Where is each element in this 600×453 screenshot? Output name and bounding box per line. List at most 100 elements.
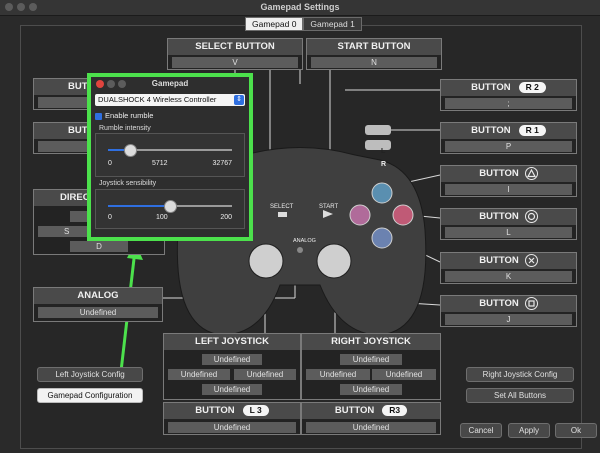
button-cross-title: BUTTON [479,255,519,266]
rumble-slider-knob[interactable] [123,144,137,157]
l3-chip: L 3 [242,404,269,416]
r3-chip: R3 [382,404,408,416]
button-circle-title: BUTTON [479,211,519,222]
select-button-panel: SELECT BUTTON V [167,38,303,70]
analog-value[interactable]: Undefined [38,307,158,318]
gamepad-configuration-button[interactable]: Gamepad Configuration [37,388,143,403]
joystick-slider[interactable] [108,200,232,213]
right-joystick-panel: RIGHT JOYSTICK Undefined Undefined Undef… [301,333,441,400]
button-r1-value[interactable]: P [445,141,572,152]
circle-icon [524,209,538,223]
rumble-slider[interactable] [108,144,232,157]
button-r1-panel: BUTTON R 1 P [440,122,577,154]
button-cross-value[interactable]: K [445,271,572,282]
button-r3-label: BUTTON R3 [302,403,440,419]
set-all-buttons-button[interactable]: Set All Buttons [466,388,574,403]
left-joystick-up[interactable]: Undefined [202,354,262,365]
cancel-button[interactable]: Cancel [460,423,502,438]
button-r3-panel: BUTTON R3 Undefined [301,402,441,435]
tab-gamepad-1[interactable]: Gamepad 1 [303,17,362,31]
right-joystick-config-button[interactable]: Right Joystick Config [466,367,574,382]
button-l3-label: BUTTON L 3 [164,403,300,419]
device-select[interactable]: DUALSHOCK 4 Wireless Controller ⇕ [95,94,245,106]
triangle-icon [524,166,538,180]
left-joystick-left[interactable]: Undefined [168,369,230,380]
button-r3-title: BUTTON [334,405,375,416]
start-button-label: START BUTTON [307,39,441,55]
chevron-updown-icon: ⇕ [234,95,244,105]
rumble-max: 32767 [212,160,232,167]
button-r2-label: BUTTON R 2 [441,80,576,96]
left-joystick-config-button[interactable]: Left Joystick Config [37,367,143,382]
popup-title: Gamepad [151,79,189,88]
right-joystick-right[interactable]: Undefined [372,369,436,380]
start-button-panel: START BUTTON N [306,38,442,70]
title-bar: Gamepad Settings [0,0,600,16]
button-square-title: BUTTON [479,298,519,309]
controller-label-r: R [381,161,387,168]
left-joystick-right[interactable]: Undefined [234,369,296,380]
button-r2-value[interactable]: ; [445,98,572,109]
window-title: Gamepad Settings [260,2,340,12]
button-r3-value[interactable]: Undefined [306,422,436,433]
ok-button[interactable]: Ok [555,423,597,438]
controller-label-l: L [381,148,386,155]
controller-label-select: SELECT [270,204,294,210]
button-r2-title: BUTTON [471,82,511,93]
button-square-panel: BUTTON J [440,295,577,327]
direction-down-value[interactable]: D [70,241,128,252]
right-joystick-label: RIGHT JOYSTICK [302,334,440,350]
gamepad-popup: Gamepad DUALSHOCK 4 Wireless Controller … [87,73,253,241]
start-button-value[interactable]: N [311,57,437,68]
joystick-value: 100 [156,214,168,221]
button-cross-label: BUTTON [441,253,576,269]
button-l3-panel: BUTTON L 3 Undefined [163,402,301,435]
button-circle-value[interactable]: L [445,227,572,238]
button-triangle-label: BUTTON [441,166,576,182]
left-joystick-label: LEFT JOYSTICK [164,334,300,350]
r2-chip: R 2 [518,81,546,93]
button-circle-label: BUTTON [441,209,576,225]
left-joystick-down[interactable]: Undefined [202,384,262,395]
joystick-group: 0 100 200 [95,189,245,229]
button-l3-title: BUTTON [195,405,235,416]
joystick-max: 200 [220,214,232,221]
rumble-value: 5712 [152,160,168,167]
button-triangle-panel: BUTTON I [440,165,577,197]
button-triangle-title: BUTTON [479,168,519,179]
r1-chip: R 1 [518,124,546,136]
gamepad-tabs: Gamepad 0 Gamepad 1 [245,17,362,31]
rumble-min: 0 [108,160,112,167]
right-joystick-up[interactable]: Undefined [340,354,402,365]
button-square-label: BUTTON [441,296,576,312]
button-square-value[interactable]: J [445,314,572,325]
device-select-value: DUALSHOCK 4 Wireless Controller [98,95,217,104]
select-button-value[interactable]: V [172,57,298,68]
enable-rumble-row[interactable]: Enable rumble [95,111,153,120]
enable-rumble-label: Enable rumble [105,111,154,120]
controller-label-analog: ANALOG [293,238,316,244]
button-r1-title: BUTTON [471,125,511,136]
analog-label: ANALOG [34,288,162,304]
rumble-group: 0 5712 32767 [95,133,245,177]
controller-label-start: START [319,204,339,210]
button-triangle-value[interactable]: I [445,184,572,195]
button-l3-value[interactable]: Undefined [168,422,296,433]
button-cross-panel: BUTTON K [440,252,577,284]
direction-left-value[interactable]: S [38,226,94,237]
rumble-intensity-label: Rumble intensity [99,125,151,132]
apply-button[interactable]: Apply [508,423,550,438]
right-joystick-down[interactable]: Undefined [340,384,402,395]
button-r2-panel: BUTTON R 2 ; [440,79,577,111]
joystick-min: 0 [108,214,112,221]
tab-gamepad-0[interactable]: Gamepad 0 [245,17,304,31]
enable-rumble-checkbox[interactable] [95,112,102,120]
button-r1-label: BUTTON R 1 [441,123,576,139]
select-button-label: SELECT BUTTON [168,39,302,55]
right-joystick-left[interactable]: Undefined [306,369,370,380]
joystick-sensibility-label: Joystick sensibility [99,180,157,187]
cross-icon [524,253,538,267]
joystick-slider-knob[interactable] [164,200,177,213]
button-circle-panel: BUTTON L [440,208,577,240]
square-icon [524,296,538,310]
